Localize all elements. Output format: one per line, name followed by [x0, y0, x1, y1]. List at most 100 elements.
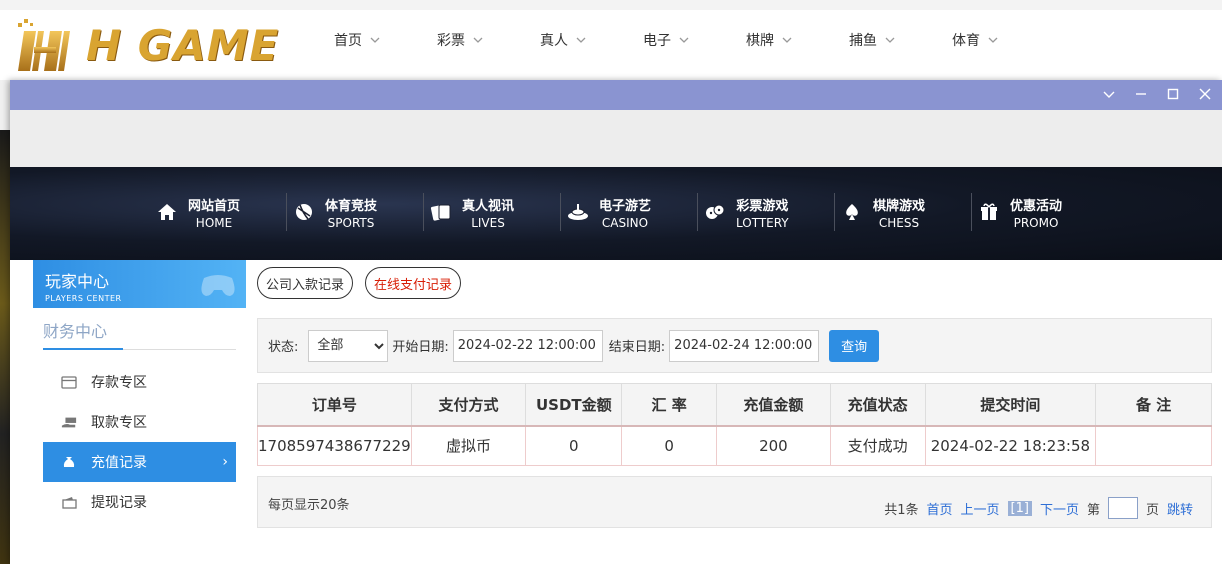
banner-nav-promo[interactable]: 优惠活动 PROMO [972, 193, 1109, 231]
cell-remark [1095, 425, 1212, 466]
end-date-input[interactable]: 2024-02-24 12:00:00 [669, 329, 820, 362]
top-nav-item-sports[interactable]: 体育 [936, 30, 1039, 50]
banner-nav-home[interactable]: 网站首页 HOME [150, 193, 287, 231]
page-number-input[interactable] [1107, 497, 1138, 519]
banner-nav-cn: 网站首页 [188, 198, 241, 214]
tab-online-payment-records[interactable]: 在线支付记录 [365, 267, 462, 299]
banner-nav-sports[interactable]: 体育竞技 SPORTS [287, 193, 424, 231]
sidebar: 玩家中心 PLAYERS CENTER 财务中心 存款专区 取款专区 充值记录 … [33, 260, 246, 564]
banner-nav-cn: 彩票游戏 [736, 198, 789, 214]
next-page-link[interactable]: 下一页 [1040, 499, 1079, 518]
banner-nav-casino[interactable]: 电子游艺 CASINO [561, 193, 698, 231]
sidebar-menu: 存款专区 取款专区 充值记录 › 提现记录 [33, 362, 246, 522]
spade-icon [841, 201, 863, 223]
prev-page-link[interactable]: 上一页 [961, 499, 1000, 518]
table-header-row: 订单号 支付方式 USDT金额 汇 率 充值金额 充值状态 提交时间 备 注 [257, 383, 1212, 427]
banner-nav-en: CHESS [878, 215, 920, 230]
window-controls [1100, 85, 1214, 103]
main-panel: 公司入款记录 在线支付记录 状态: 全部 开始日期: 2024-02-22 12… [257, 260, 1212, 564]
money-bag-icon [61, 455, 77, 469]
first-page-link[interactable]: 首页 [926, 499, 952, 518]
logo-text: H GAME [86, 20, 280, 70]
banner-nav-cn: 体育竞技 [325, 198, 378, 214]
top-nav-item-lottery[interactable]: 彩票 [421, 30, 524, 50]
dice-icon [704, 201, 726, 223]
banner-nav-en: PROMO [1013, 215, 1059, 230]
top-nav-label: 真人 [540, 33, 568, 49]
cell-exchange-rate: 0 [621, 425, 718, 466]
end-date-label: 结束日期: [608, 340, 666, 355]
player-center-dialog: 网站首页 HOME 体育竞技 SPORTS 真人视讯 LIVES 电子游艺 CASINO… [10, 80, 1222, 564]
top-nav-label: 首页 [334, 33, 362, 49]
start-date-input[interactable]: 2024-02-22 12:00:00 [452, 329, 603, 362]
table-row: 1708597438677229 虚拟币 0 0 200 支付成功 2024-0… [257, 425, 1212, 466]
goto-suffix: 页 [1145, 502, 1159, 518]
slot-icon [567, 201, 589, 223]
sidebar-item-withdraw-records[interactable]: 提现记录 [43, 482, 236, 522]
col-recharge-amount: 充值金额 [716, 383, 831, 427]
banner-nav-en: LOTTERY [736, 215, 789, 230]
pagination: 每页显示20条 共1条 首页 上一页 [1] 下一页 第 页 跳转 [257, 476, 1212, 528]
cell-submit-time: 2024-02-22 18:23:58 [924, 425, 1097, 466]
sidebar-item-deposit[interactable]: 存款专区 [43, 362, 236, 402]
per-page-text: 每页显示20条 [268, 498, 350, 513]
banner-nav-cn: 电子游艺 [599, 198, 652, 214]
top-nav-item-chess[interactable]: 棋牌 [730, 30, 833, 50]
top-nav-label: 棋牌 [746, 33, 774, 49]
status-label: 状态: [268, 340, 299, 355]
cell-recharge-amount: 200 [716, 425, 831, 466]
gamepad-icon [201, 275, 235, 296]
top-nav-label: 电子 [643, 33, 671, 49]
banner-nav-cn: 真人视讯 [462, 198, 515, 214]
col-submit-time: 提交时间 [924, 383, 1097, 427]
chevron-down-icon [679, 37, 689, 43]
close-icon[interactable] [1196, 85, 1214, 103]
dialog-gray-band [10, 110, 1222, 167]
ball-icon [293, 201, 315, 223]
sidebar-item-withdraw[interactable]: 取款专区 [43, 402, 236, 442]
game-banner-nav: 网站首页 HOME 体育竞技 SPORTS 真人视讯 LIVES 电子游艺 CASINO… [10, 167, 1222, 260]
top-nav-item-home[interactable]: 首页 [318, 30, 421, 50]
col-payment-method: 支付方式 [410, 383, 527, 427]
collapse-icon[interactable] [1100, 85, 1118, 103]
query-button[interactable]: 查询 [829, 329, 880, 362]
banner-nav-en: LIVES [471, 215, 505, 230]
maximize-icon[interactable] [1164, 85, 1182, 103]
dialog-title-bar[interactable] [10, 80, 1222, 110]
cell-payment-method: 虚拟币 [410, 425, 527, 466]
sidebar-item-label: 取款专区 [91, 415, 147, 431]
status-select[interactable]: 全部 [308, 329, 389, 362]
sidebar-item-recharge-records[interactable]: 充值记录 › [43, 442, 236, 482]
records-table: 订单号 支付方式 USDT金额 汇 率 充值金额 充值状态 提交时间 备 注 1… [257, 383, 1212, 466]
jump-link[interactable]: 跳转 [1167, 499, 1193, 518]
chevron-down-icon [782, 37, 792, 43]
filter-bar: 状态: 全部 开始日期: 2024-02-22 12:00:00 结束日期: 2… [257, 318, 1212, 373]
col-exchange-rate: 汇 率 [621, 383, 718, 427]
col-order-no: 订单号 [257, 383, 412, 427]
cards-icon [430, 201, 452, 223]
col-usdt-amount: USDT金额 [525, 383, 623, 427]
top-nav-item-electronic[interactable]: 电子 [627, 30, 730, 50]
banner-nav-chess[interactable]: 棋牌游戏 CHESS [835, 193, 972, 231]
banner-nav-en: HOME [195, 215, 233, 230]
current-page: [1] [1007, 500, 1032, 516]
banner-nav-lottery[interactable]: 彩票游戏 LOTTERY [698, 193, 835, 231]
chevron-down-icon [473, 37, 483, 43]
top-nav: 首页 彩票 真人 电子 棋牌 捕鱼 体育 [318, 30, 1039, 50]
start-date-label: 开始日期: [392, 340, 449, 355]
banner-nav-lives[interactable]: 真人视讯 LIVES [424, 193, 561, 231]
col-recharge-status: 充值状态 [829, 383, 926, 427]
logo-h-mark-icon [14, 17, 84, 73]
top-nav-label: 捕鱼 [849, 33, 877, 49]
tab-company-deposit-records[interactable]: 公司入款记录 [257, 267, 354, 299]
col-remark: 备 注 [1095, 383, 1212, 427]
top-nav-item-fishing[interactable]: 捕鱼 [833, 30, 936, 50]
top-nav-item-live[interactable]: 真人 [524, 30, 627, 50]
sidebar-item-label: 存款专区 [91, 375, 147, 391]
banner-nav-en: CASINO [601, 215, 649, 230]
wallet-icon [61, 495, 77, 509]
site-logo[interactable]: H GAME [14, 12, 279, 78]
cell-usdt-amount: 0 [525, 425, 623, 466]
minimize-icon[interactable] [1132, 85, 1150, 103]
chevron-down-icon [885, 37, 895, 43]
